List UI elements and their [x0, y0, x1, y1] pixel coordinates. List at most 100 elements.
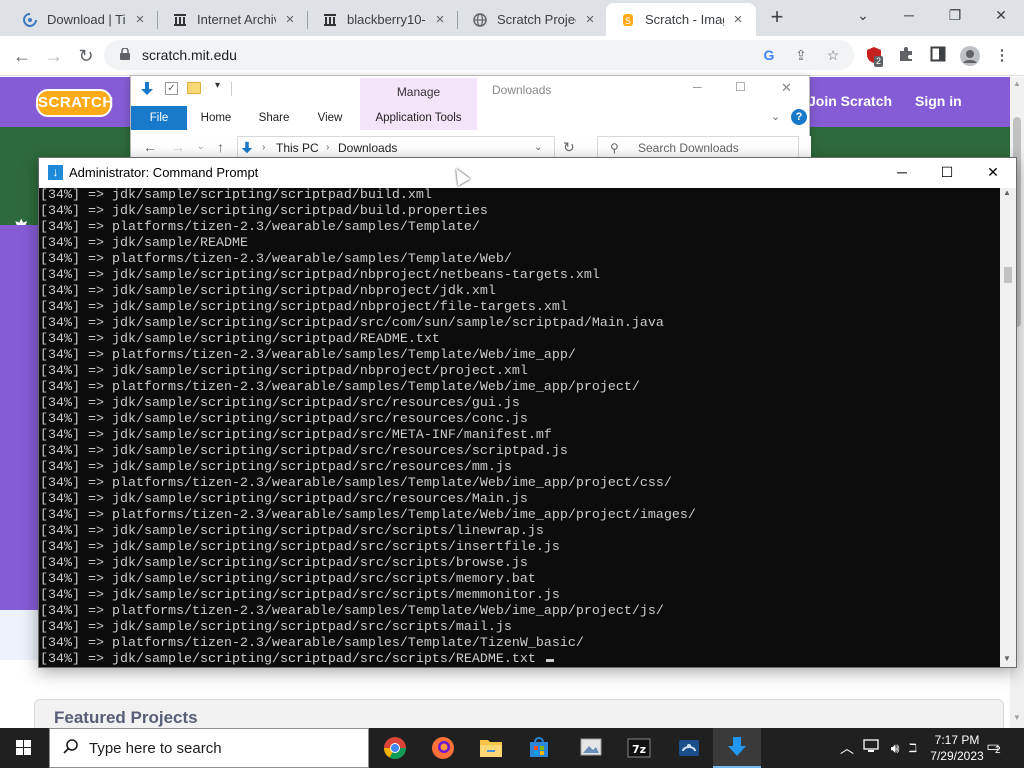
chrome-icon[interactable] — [371, 728, 419, 768]
window-minimize-button[interactable]: ─ — [886, 0, 932, 30]
profile-avatar-icon[interactable] — [960, 46, 980, 66]
tab-close-icon[interactable]: × — [432, 11, 448, 28]
scroll-up-icon[interactable]: ▲ — [1012, 79, 1022, 88]
cmd-output-line: [34%] => jdk/sample/scripting/scriptpad/… — [40, 332, 440, 347]
cmd-output-line: [34%] => jdk/sample/scripting/scriptpad/… — [40, 300, 568, 315]
cmd-output-line: [34%] => jdk/sample/scripting/scriptpad/… — [40, 556, 528, 571]
explorer-maximize-button[interactable]: ☐ — [735, 80, 746, 94]
setup-icon[interactable] — [665, 728, 713, 768]
scratch-icon: S — [620, 12, 636, 28]
tab-search-icon[interactable]: ⌄ — [840, 0, 886, 30]
sign-in-link[interactable]: Sign in — [915, 93, 962, 109]
tab-scratch-active[interactable]: S Scratch - Imagi × — [606, 3, 756, 36]
cmd-output-line: [34%] => jdk/sample/scripting/scriptpad/… — [40, 652, 1000, 667]
forward-button[interactable]: → — [42, 44, 66, 68]
explorer-back-icon[interactable]: ← — [143, 139, 157, 155]
cmd-output[interactable]: [34%] => jdk/sample/scripting/scriptpad/… — [40, 188, 1000, 667]
cmd-title-bar[interactable]: ↓ Administrator: Command Prompt ─ ☐ ✕ — [39, 158, 1016, 188]
google-lens-icon[interactable]: G — [760, 46, 778, 64]
cmd-minimize-button[interactable]: ─ — [879, 158, 925, 186]
lock-icon — [120, 48, 130, 60]
taskbar-search-box[interactable]: Type here to search — [49, 728, 369, 768]
search-icon — [62, 738, 80, 761]
tab-close-icon[interactable]: × — [582, 11, 598, 28]
volume-icon[interactable]: 🔊︎ — [886, 738, 904, 758]
explorer-minimize-button[interactable]: ─ — [693, 80, 702, 94]
cmd-title-text: Administrator: Command Prompt — [69, 165, 259, 180]
qat-dropdown-icon[interactable]: ▾ — [215, 80, 220, 91]
cmd-scroll-down-icon[interactable]: ▼ — [1003, 654, 1011, 663]
join-scratch-link[interactable]: Join Scratch — [808, 93, 892, 109]
cmd-output-line: [34%] => jdk/sample/README — [40, 236, 248, 251]
recent-locations-icon[interactable]: ⌄ — [197, 141, 205, 152]
new-tab-button[interactable]: + — [764, 6, 790, 30]
archive-icon — [322, 12, 338, 28]
tab-scratch-project[interactable]: Scratch Project × — [458, 3, 608, 36]
firefox-icon[interactable] — [419, 728, 467, 768]
browser-menu-icon[interactable]: ⋮ — [992, 46, 1012, 66]
tab-internet-archive[interactable]: Internet Archive × — [158, 3, 308, 36]
tab-blackberry[interactable]: blackberry10-de × — [308, 3, 458, 36]
tab-close-icon[interactable]: × — [132, 11, 148, 28]
store-icon[interactable] — [515, 728, 563, 768]
tab-tizen-download[interactable]: Download | Tize × — [8, 3, 158, 36]
url-text: scratch.mit.edu — [142, 47, 237, 63]
explorer-close-button[interactable]: ✕ — [781, 80, 792, 96]
cmd-scrollbar[interactable]: ▲ ▼ — [1000, 188, 1016, 667]
cmd-output-line: [34%] => jdk/sample/scripting/scriptpad/… — [40, 396, 520, 411]
window-restore-button[interactable]: ❐ — [932, 0, 978, 30]
svg-text:S: S — [625, 17, 631, 27]
tab-close-icon[interactable]: × — [282, 11, 298, 28]
tab-share[interactable]: Share — [249, 106, 299, 130]
network-icon[interactable] — [862, 738, 880, 758]
globe-icon — [472, 12, 488, 28]
bookmark-star-icon[interactable]: ☆ — [824, 46, 842, 64]
window-close-button[interactable]: ✕ — [978, 0, 1024, 30]
back-button[interactable]: ← — [10, 44, 34, 68]
start-button[interactable] — [0, 728, 48, 768]
tab-home[interactable]: Home — [191, 106, 241, 130]
explorer-up-icon[interactable]: ↑ — [217, 139, 224, 155]
photos-icon[interactable] — [567, 728, 615, 768]
cmd-output-line: [34%] => jdk/sample/scripting/scriptpad/… — [40, 588, 560, 603]
cmd-scroll-thumb[interactable] — [1004, 267, 1012, 283]
download-arrow-icon — [139, 81, 155, 102]
7zip-icon[interactable]: 7z — [615, 728, 663, 768]
side-panel-icon[interactable] — [928, 46, 948, 66]
address-bar[interactable]: scratch.mit.edu G ⇪ ☆ — [104, 40, 854, 70]
scratch-logo[interactable]: SCRATCH — [36, 89, 113, 117]
reload-button[interactable]: ↻ — [74, 44, 98, 68]
share-icon[interactable]: ⇪ — [792, 46, 810, 64]
tab-title: blackberry10-de — [347, 12, 426, 27]
properties-icon[interactable]: ✓ — [165, 82, 178, 95]
tab-application-tools[interactable]: Application Tools — [360, 106, 477, 130]
file-explorer-icon[interactable] — [467, 728, 515, 768]
cmd-scroll-up-icon[interactable]: ▲ — [1003, 188, 1011, 197]
language-icon[interactable]: ℶ — [904, 738, 922, 758]
extension-shield-icon[interactable]: 2 — [864, 46, 884, 67]
tab-view[interactable]: View — [305, 106, 355, 130]
explorer-refresh-icon[interactable]: ↻ — [563, 139, 575, 156]
tab-close-icon[interactable]: × — [730, 11, 746, 28]
ribbon-expand-icon[interactable]: ⌄ — [771, 110, 780, 123]
explorer-title: Downloads — [492, 83, 552, 97]
archive-icon — [172, 12, 188, 28]
explorer-forward-icon[interactable]: → — [171, 139, 185, 155]
breadcrumb-downloads[interactable]: Downloads — [338, 137, 397, 159]
browser-toolbar: ← → ↻ scratch.mit.edu G ⇪ ☆ 2 ⋮ — [0, 36, 1024, 76]
tab-file[interactable]: File — [131, 106, 187, 130]
help-icon[interactable]: ? — [791, 109, 807, 125]
chevron-up-icon[interactable]: ︿ — [838, 738, 856, 758]
windows-taskbar: Type here to search 7z ︿ 🔊︎ ℶ 7:17 PM 7/… — [0, 728, 1024, 768]
download-icon[interactable] — [713, 728, 761, 768]
scroll-down-icon[interactable]: ▼ — [1012, 713, 1022, 722]
breadcrumb-this-pc[interactable]: This PC — [276, 137, 319, 159]
extensions-puzzle-icon[interactable] — [896, 46, 916, 66]
tab-title: Scratch - Imagi — [645, 12, 724, 27]
new-folder-icon[interactable] — [187, 82, 201, 94]
manage-context-tab[interactable]: Manage — [360, 78, 477, 106]
address-dropdown-icon[interactable]: ⌄ — [534, 137, 542, 159]
tab-title: Internet Archive — [197, 12, 276, 27]
cmd-maximize-button[interactable]: ☐ — [924, 158, 970, 186]
cmd-close-button[interactable]: ✕ — [970, 158, 1016, 186]
